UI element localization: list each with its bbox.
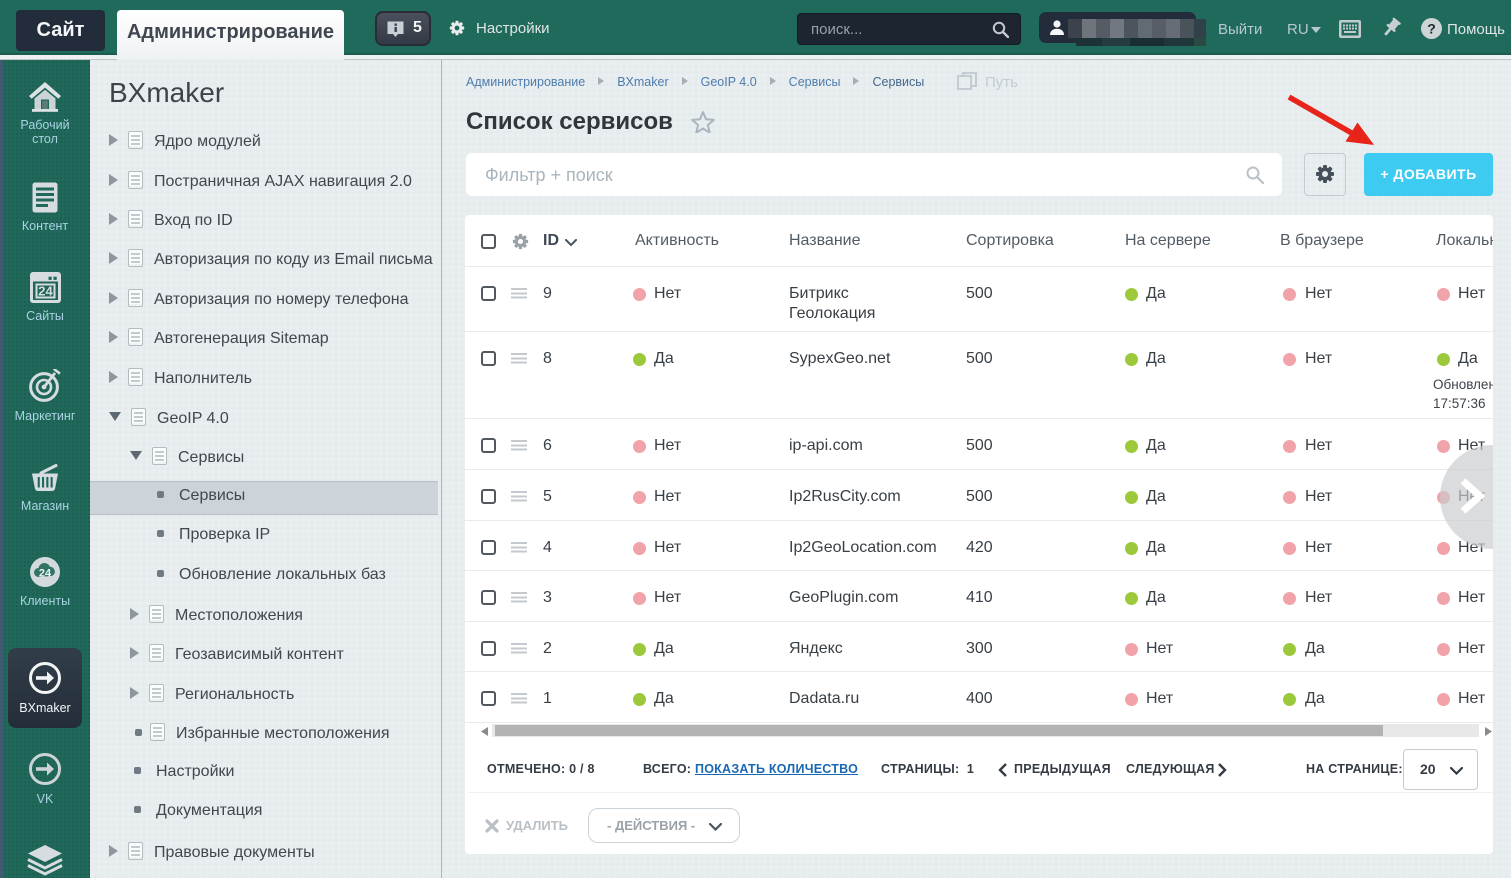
svg-text:24: 24 <box>38 284 53 299</box>
svg-text:?: ? <box>1427 21 1436 37</box>
svg-text:24: 24 <box>39 568 52 580</box>
